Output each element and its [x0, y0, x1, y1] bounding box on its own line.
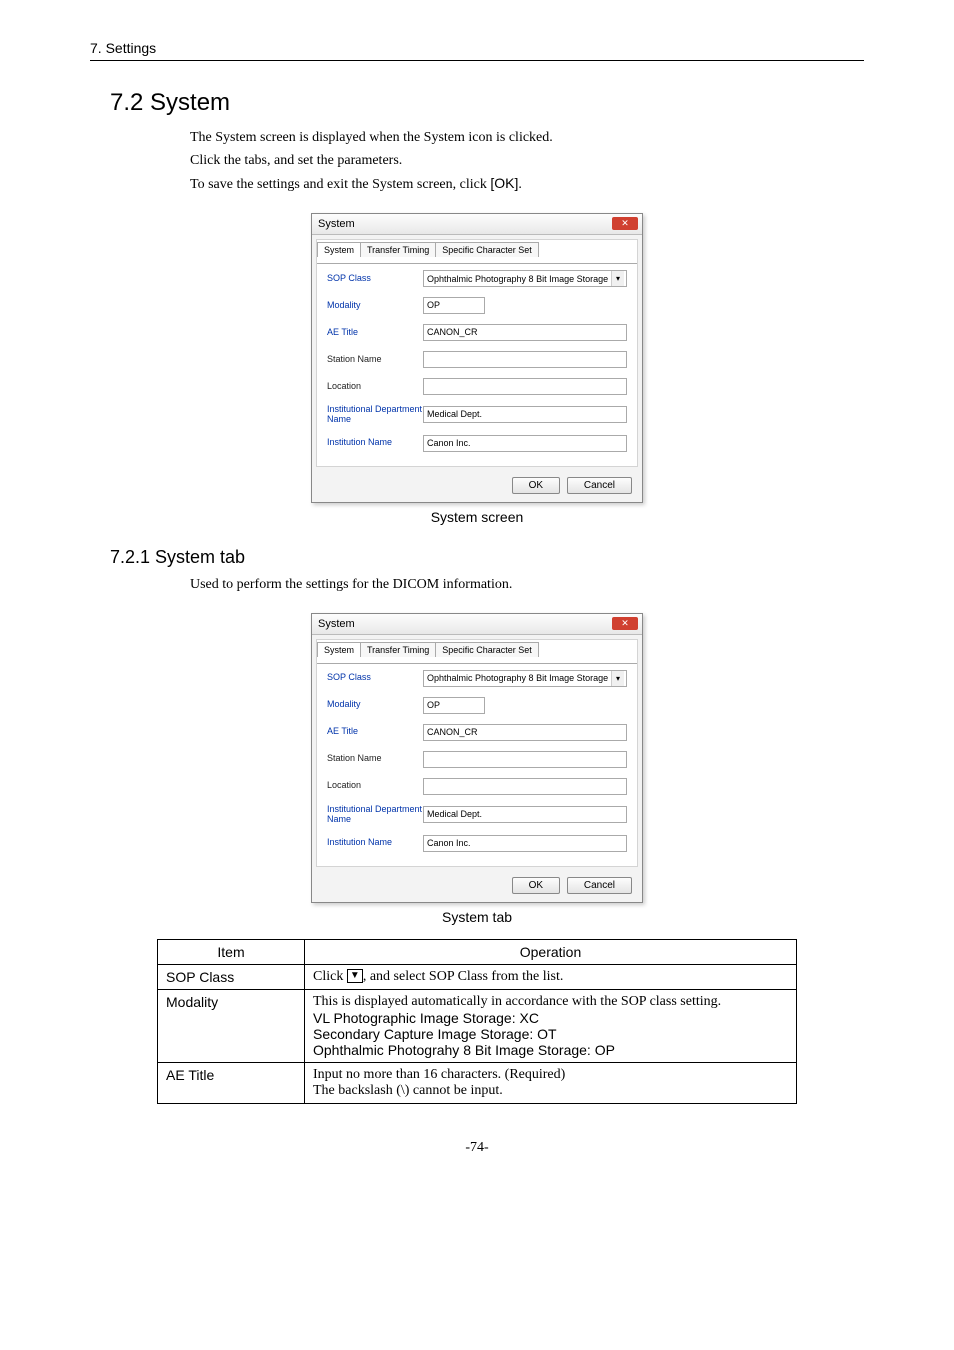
label-modality: Modality — [327, 301, 423, 311]
input-location[interactable] — [423, 378, 627, 395]
label-location-2: Location — [327, 781, 423, 791]
ok-button-2[interactable]: OK — [512, 877, 560, 894]
cell-aetitle-op: Input no more than 16 characters. (Requi… — [305, 1062, 797, 1103]
label-location: Location — [327, 382, 423, 392]
select-sop-class-value: Ophthalmic Photography 8 Bit Image Stora… — [427, 274, 622, 284]
modality-line3: Secondary Capture Image Storage: OT — [313, 1026, 788, 1042]
input-institution-name-2[interactable]: Canon Inc. — [423, 835, 627, 852]
cell-modality-op: This is displayed automatically in accor… — [305, 989, 797, 1062]
heading-7-2: 7.2 System — [110, 89, 864, 117]
tab-transfer-timing-2[interactable]: Transfer Timing — [360, 642, 436, 657]
close-icon[interactable]: ✕ — [612, 217, 638, 230]
modality-line2: VL Photographic Image Storage: XC — [313, 1010, 788, 1026]
dialog-title-text-2: System — [318, 618, 355, 630]
page-section-header-text: 7. Settings — [90, 40, 156, 56]
page-number: -74- — [90, 1140, 864, 1156]
caption-system-screen: System screen — [90, 509, 864, 525]
select-sop-class-value-2: Ophthalmic Photography 8 Bit Image Stora… — [427, 673, 622, 683]
input-inst-dept-name-2[interactable]: Medical Dept. — [423, 806, 627, 823]
table-row: SOP Class Click ▼, and select SOP Class … — [158, 964, 797, 989]
input-ae-title[interactable]: CANON_CR — [423, 324, 627, 341]
caption-system-tab: System tab — [90, 909, 864, 925]
ok-button[interactable]: OK — [512, 477, 560, 494]
cell-sop-class-op: Click ▼, and select SOP Class from the l… — [305, 964, 797, 989]
heading-7-2-1: 7.2.1 System tab — [110, 547, 864, 568]
cancel-button[interactable]: Cancel — [567, 477, 632, 494]
input-ae-title-2[interactable]: CANON_CR — [423, 724, 627, 741]
tab-specific-charset[interactable]: Specific Character Set — [435, 242, 539, 257]
select-sop-class-2[interactable]: Ophthalmic Photography 8 Bit Image Stora… — [423, 670, 627, 687]
input-inst-dept-name[interactable]: Medical Dept. — [423, 406, 627, 423]
intro-line-3: To save the settings and exit the System… — [190, 173, 864, 195]
save-prefix: To save the settings and exit the System… — [190, 177, 490, 192]
label-station-name: Station Name — [327, 355, 423, 365]
table-row: AE Title Input no more than 16 character… — [158, 1062, 797, 1103]
input-modality[interactable]: OP — [423, 297, 485, 314]
tab-strip-2: SystemTransfer TimingSpecific Character … — [317, 640, 637, 655]
input-station-name-2[interactable] — [423, 751, 627, 768]
input-station-name[interactable] — [423, 351, 627, 368]
tab-system[interactable]: System — [317, 242, 361, 257]
aetitle-line1: Input no more than 16 characters. (Requi… — [313, 1067, 788, 1083]
label-inst-dept-name: Institutional Department Name — [327, 405, 423, 425]
close-icon-2[interactable]: ✕ — [612, 617, 638, 630]
subsection-intro: Used to perform the settings for the DIC… — [190, 574, 864, 595]
intro-line-2: Click the tabs, and set the parameters. — [190, 150, 864, 171]
modality-line1: This is displayed automatically in accor… — [313, 994, 788, 1010]
input-institution-name[interactable]: Canon Inc. — [423, 435, 627, 452]
label-institution-name-2: Institution Name — [327, 838, 423, 848]
label-sop-class: SOP Class — [327, 274, 423, 284]
input-location-2[interactable] — [423, 778, 627, 795]
save-ok-ref: [OK] — [490, 175, 518, 191]
save-suffix: . — [518, 177, 522, 192]
label-ae-title-2: AE Title — [327, 727, 423, 737]
table-row: Modality This is displayed automatically… — [158, 989, 797, 1062]
tab-strip: SystemTransfer TimingSpecific Character … — [317, 240, 637, 255]
sop-op-prefix: Click — [313, 969, 347, 984]
dropdown-icon: ▼ — [347, 969, 363, 983]
label-modality-2: Modality — [327, 700, 423, 710]
tab-transfer-timing[interactable]: Transfer Timing — [360, 242, 436, 257]
tab-system-2[interactable]: System — [317, 642, 361, 657]
operation-table: Item Operation SOP Class Click ▼, and se… — [157, 939, 797, 1104]
input-modality-2[interactable]: OP — [423, 697, 485, 714]
dialog-titlebar: System ✕ — [312, 214, 642, 235]
tab-specific-charset-2[interactable]: Specific Character Set — [435, 642, 539, 657]
cancel-button-2[interactable]: Cancel — [567, 877, 632, 894]
intro-line-1: The System screen is displayed when the … — [190, 127, 864, 148]
label-sop-class-2: SOP Class — [327, 673, 423, 683]
dialog-titlebar-2: System ✕ — [312, 614, 642, 635]
label-ae-title: AE Title — [327, 328, 423, 338]
cell-modality-item: Modality — [158, 989, 305, 1062]
th-operation: Operation — [305, 939, 797, 964]
page-section-header: 7. Settings — [90, 40, 864, 61]
label-institution-name: Institution Name — [327, 438, 423, 448]
sop-op-suffix: , and select SOP Class from the list. — [363, 969, 564, 984]
aetitle-line2: The backslash (\) cannot be input. — [313, 1083, 788, 1099]
system-dialog-2: System ✕ SystemTransfer TimingSpecific C… — [311, 613, 643, 903]
label-station-name-2: Station Name — [327, 754, 423, 764]
dialog-title-text: System — [318, 218, 355, 230]
cell-aetitle-item: AE Title — [158, 1062, 305, 1103]
label-inst-dept-name-2: Institutional Department Name — [327, 805, 423, 825]
select-sop-class[interactable]: Ophthalmic Photography 8 Bit Image Stora… — [423, 270, 627, 287]
cell-sop-class-item: SOP Class — [158, 964, 305, 989]
system-dialog: System ✕ SystemTransfer TimingSpecific C… — [311, 213, 643, 503]
th-item: Item — [158, 939, 305, 964]
modality-line4: Ophthalmic Photograhy 8 Bit Image Storag… — [313, 1042, 788, 1058]
